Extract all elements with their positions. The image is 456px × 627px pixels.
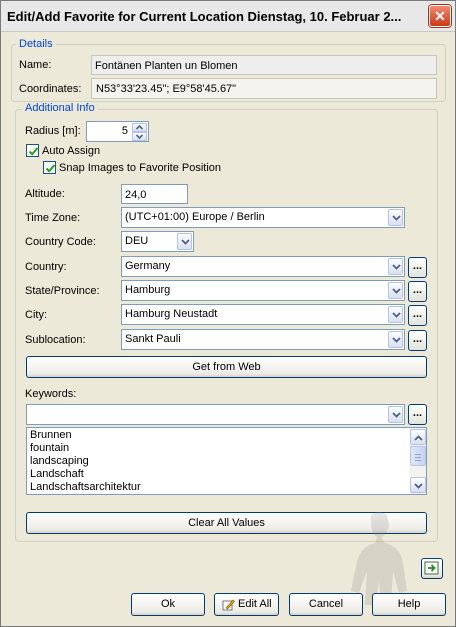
state-label: State/Province: xyxy=(25,285,100,297)
close-button[interactable]: ✕ xyxy=(429,5,451,27)
pencil-icon xyxy=(222,599,235,611)
country-code-label: Country Code: xyxy=(25,236,96,248)
checkmark-icon xyxy=(28,147,39,156)
snap-images-checkbox[interactable] xyxy=(43,161,56,174)
radius-label: Radius [m]: xyxy=(25,125,81,137)
sublocation-browse-button[interactable]: ... xyxy=(408,330,427,351)
country-label: Country: xyxy=(25,261,67,273)
timezone-dropdown[interactable]: (UTC+01:00) Europe / Berlin xyxy=(121,207,405,228)
chevron-down-icon[interactable] xyxy=(388,306,403,323)
chevron-down-icon xyxy=(414,483,423,489)
state-dropdown[interactable]: Hamburg xyxy=(121,280,405,301)
radius-stepper[interactable]: 5 xyxy=(86,121,149,142)
radius-up-button[interactable] xyxy=(132,123,147,132)
sublocation-dropdown[interactable]: Sankt Pauli xyxy=(121,329,405,350)
checkmark-icon xyxy=(45,164,56,173)
radius-down-button[interactable] xyxy=(132,132,147,141)
cancel-button[interactable]: Cancel xyxy=(289,593,363,616)
edit-all-button[interactable]: Edit All xyxy=(214,593,279,616)
keywords-label: Keywords: xyxy=(25,388,77,400)
auto-assign-checkbox[interactable] xyxy=(26,144,39,157)
city-label: City: xyxy=(25,309,47,321)
auto-assign-label[interactable]: Auto Assign xyxy=(42,145,100,157)
sublocation-value: Sankt Pauli xyxy=(125,333,181,345)
coordinates-label: Coordinates: xyxy=(19,83,82,95)
altitude-label: Altitude: xyxy=(25,188,65,200)
coordinates-value: N53°33'23.45"; E9°58'45.67" xyxy=(91,78,437,99)
chevron-down-icon[interactable] xyxy=(388,282,403,299)
list-item[interactable]: landscaping xyxy=(27,455,426,468)
timezone-value: (UTC+01:00) Europe / Berlin xyxy=(125,211,265,223)
chevron-up-icon xyxy=(135,124,144,130)
keywords-dropdown[interactable] xyxy=(26,404,405,425)
city-browse-button[interactable]: ... xyxy=(408,305,427,326)
chevron-up-icon xyxy=(414,435,423,441)
state-browse-button[interactable]: ... xyxy=(408,281,427,302)
country-dropdown[interactable]: Germany xyxy=(121,256,405,277)
close-icon: ✕ xyxy=(434,8,446,24)
help-button[interactable]: Help xyxy=(372,593,446,616)
chevron-down-icon xyxy=(135,134,144,140)
additional-info-legend: Additional Info xyxy=(22,102,98,114)
scroll-down-button[interactable] xyxy=(410,477,426,493)
snap-images-label[interactable]: Snap Images to Favorite Position xyxy=(59,162,221,174)
window-title: Edit/Add Favorite for Current Location D… xyxy=(7,9,402,24)
sublocation-label: Sublocation: xyxy=(25,334,86,346)
chevron-down-icon[interactable] xyxy=(388,406,403,423)
list-item[interactable]: Landschaft xyxy=(27,468,426,481)
chevron-down-icon[interactable] xyxy=(388,258,403,275)
city-dropdown[interactable]: Hamburg Neustadt xyxy=(121,304,405,325)
keywords-scrollbar[interactable] xyxy=(410,428,426,494)
country-browse-button[interactable]: ... xyxy=(408,257,427,278)
dialog-window: Edit/Add Favorite for Current Location D… xyxy=(0,0,456,627)
state-value: Hamburg xyxy=(125,284,171,296)
scroll-up-button[interactable] xyxy=(410,429,426,445)
radius-value: 5 xyxy=(121,125,128,137)
timezone-label: Time Zone: xyxy=(25,212,81,224)
keywords-browse-button[interactable]: ... xyxy=(408,404,427,425)
name-field[interactable]: Fontänen Planten un Blomen xyxy=(91,55,437,75)
city-value: Hamburg Neustadt xyxy=(125,308,218,320)
chevron-down-icon[interactable] xyxy=(177,233,192,250)
export-icon xyxy=(424,561,439,575)
details-legend: Details xyxy=(16,38,56,50)
country-code-value: DEU xyxy=(125,235,149,247)
title-bar[interactable]: Edit/Add Favorite for Current Location D… xyxy=(1,1,455,32)
country-value: Germany xyxy=(125,260,171,272)
name-label: Name: xyxy=(19,59,52,71)
list-item[interactable]: Brunnen xyxy=(27,429,426,442)
list-item[interactable]: Landschaftsarchitektur xyxy=(27,481,426,494)
country-code-dropdown[interactable]: DEU xyxy=(121,231,194,252)
chevron-down-icon[interactable] xyxy=(388,209,403,226)
chevron-down-icon[interactable] xyxy=(388,331,403,348)
keywords-list[interactable]: Brunnen fountain landscaping Landschaft … xyxy=(26,427,427,495)
export-button[interactable] xyxy=(421,558,443,579)
ok-button[interactable]: Ok xyxy=(131,593,205,616)
get-from-web-button[interactable]: Get from Web xyxy=(26,356,427,378)
scroll-thumb[interactable] xyxy=(410,446,426,466)
list-item[interactable]: fountain xyxy=(27,442,426,455)
altitude-field[interactable]: 24,0 xyxy=(121,184,188,204)
edit-all-label: Edit All xyxy=(238,598,272,610)
